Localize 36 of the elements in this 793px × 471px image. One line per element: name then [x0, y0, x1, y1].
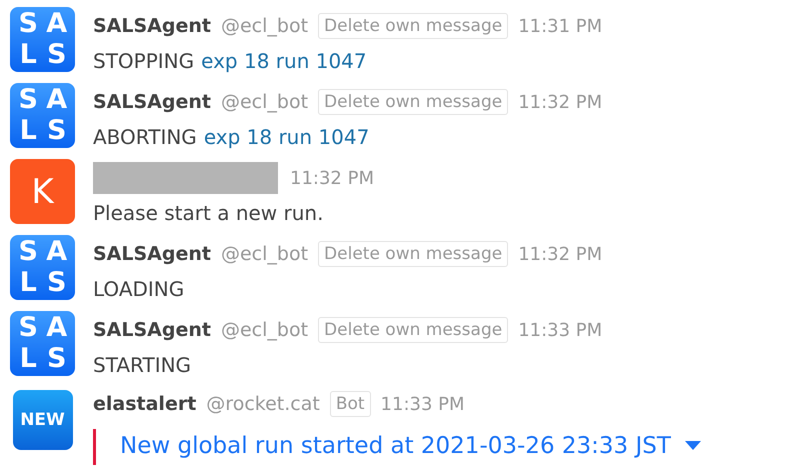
message-text: STARTING: [93, 353, 192, 377]
avatar-icon: S A L S: [10, 83, 75, 148]
user-name[interactable]: SALSAgent: [93, 15, 211, 37]
user-handle: @ecl_bot: [220, 319, 308, 341]
attachment-title[interactable]: New global run started at 2021-03-26 23:33 JST: [120, 433, 671, 459]
role-tag: Delete own message: [318, 13, 508, 39]
role-tag: Delete own message: [318, 317, 508, 343]
message-text: Please start a new run.: [93, 201, 324, 225]
user-handle: @ecl_bot: [220, 91, 308, 113]
message-time: 11:33 PM: [518, 320, 602, 340]
role-tag: Delete own message: [318, 89, 508, 115]
role-tag: Delete own message: [318, 241, 508, 267]
user-name[interactable]: SALSAgent: [93, 91, 211, 113]
message-text: STOPPING: [93, 49, 194, 73]
run-link[interactable]: exp 18 run 1047: [204, 125, 370, 149]
user-handle: @rocket.cat: [206, 393, 320, 415]
message-text: LOADING: [93, 277, 184, 301]
message-time: 11:32 PM: [518, 244, 602, 264]
message-time: 11:33 PM: [380, 394, 465, 414]
user-name[interactable]: elastalert: [93, 393, 196, 415]
role-tag: Bot: [330, 391, 371, 417]
run-link[interactable]: exp 18 run 1047: [201, 49, 367, 73]
message-text: ABORTING: [93, 125, 197, 149]
message-time: 11:32 PM: [290, 168, 374, 188]
message-time: 11:31 PM: [518, 16, 602, 36]
avatar-icon: S A L S: [10, 235, 75, 300]
user-handle: @ecl_bot: [220, 243, 308, 265]
user-name[interactable]: SALSAgent: [93, 319, 211, 341]
avatar-icon: K: [10, 159, 75, 224]
avatar-icon: S A L S: [10, 311, 75, 376]
message-time: 11:32 PM: [518, 92, 602, 112]
user-handle: @ecl_bot: [220, 15, 308, 37]
user-name[interactable]: SALSAgent: [93, 243, 211, 265]
avatar-icon: NEW: [12, 390, 72, 450]
caret-icon[interactable]: [684, 441, 701, 451]
avatar-icon: S A L S: [10, 7, 75, 72]
